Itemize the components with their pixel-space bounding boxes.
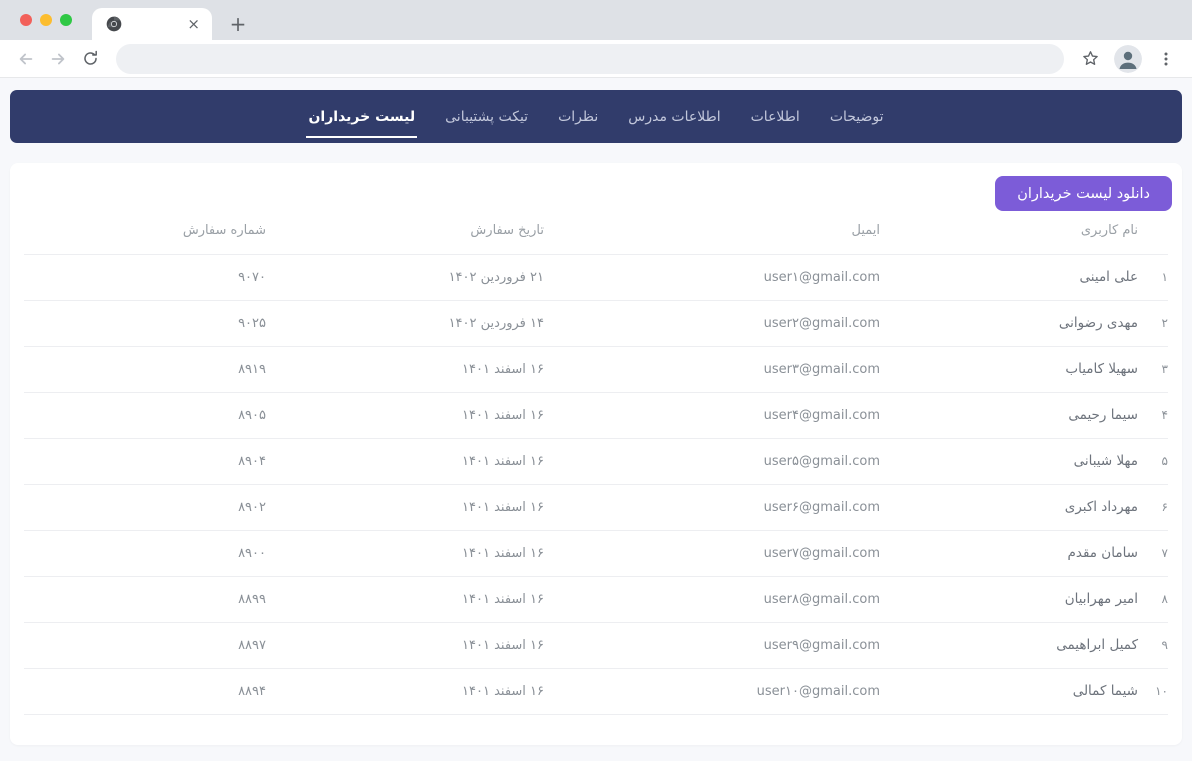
row-index: ۹: [1138, 623, 1168, 669]
cell-order-date: ۱۶ اسفند ۱۴۰۱: [266, 623, 544, 669]
course-tabs-nav: توضیحات اطلاعات اطلاعات مدرس نظرات تیکت …: [10, 90, 1182, 143]
site-favicon-icon: [106, 16, 122, 32]
actions-row: دانلود لیست خریداران: [20, 176, 1172, 211]
nav-tab[interactable]: اطلاعات: [749, 105, 802, 129]
cell-email: user۳@gmail.com: [544, 347, 880, 393]
cell-email: user۱@gmail.com: [544, 255, 880, 301]
cell-username: مهدی رضوانی: [880, 301, 1138, 347]
nav-tab[interactable]: لیست خریداران: [306, 105, 417, 129]
cell-order-date: ۲۱ فروردین ۱۴۰۲: [266, 255, 544, 301]
table-row: ۱ علی امینی user۱@gmail.com ۲۱ فروردین ۱…: [24, 255, 1168, 301]
cell-order-number: ۹۰۷۰: [24, 255, 266, 301]
cell-username: امیر مهرابیان: [880, 577, 1138, 623]
buyers-list-panel: دانلود لیست خریداران نام کاربری ایمیل تا…: [10, 163, 1182, 745]
browser-tab-strip: × +: [0, 0, 1192, 40]
cell-username: شیما کمالی: [880, 669, 1138, 715]
bookmark-star-icon[interactable]: [1076, 45, 1104, 73]
cell-order-date: ۱۴ فروردین ۱۴۰۲: [266, 301, 544, 347]
window-maximize-button[interactable]: [60, 14, 72, 26]
cell-email: user۷@gmail.com: [544, 531, 880, 577]
cell-username: سامان مقدم: [880, 531, 1138, 577]
column-header-email: ایمیل: [544, 211, 880, 255]
table-row: ۶ مهرداد اکبری user۶@gmail.com ۱۶ اسفند …: [24, 485, 1168, 531]
cell-order-number: ۹۰۲۵: [24, 301, 266, 347]
row-index: ۳: [1138, 347, 1168, 393]
cell-order-number: ۸۹۰۵: [24, 393, 266, 439]
new-tab-button[interactable]: +: [226, 12, 250, 36]
table-row: ۵ مهلا شیبانی user۵@gmail.com ۱۶ اسفند ۱…: [24, 439, 1168, 485]
cell-username: مهلا شیبانی: [880, 439, 1138, 485]
window-close-button[interactable]: [20, 14, 32, 26]
nav-tab[interactable]: تیکت پشتیبانی: [443, 105, 530, 129]
cell-order-date: ۱۶ اسفند ۱۴۰۱: [266, 393, 544, 439]
cell-username: سیما رحیمی: [880, 393, 1138, 439]
cell-order-date: ۱۶ اسفند ۱۴۰۱: [266, 347, 544, 393]
forward-icon[interactable]: [44, 45, 72, 73]
column-header-index: [1138, 211, 1168, 255]
table-body: ۱ علی امینی user۱@gmail.com ۲۱ فروردین ۱…: [24, 255, 1168, 715]
cell-username: کمیل ابراهیمی: [880, 623, 1138, 669]
column-header-username: نام کاربری: [880, 211, 1138, 255]
window-controls: [20, 14, 72, 26]
cell-email: user۶@gmail.com: [544, 485, 880, 531]
browser-tab[interactable]: ×: [92, 8, 212, 40]
column-header-order-date: تاریخ سفارش: [266, 211, 544, 255]
cell-order-number: ۸۹۰۴: [24, 439, 266, 485]
cell-order-date: ۱۶ اسفند ۱۴۰۱: [266, 577, 544, 623]
table-row: ۱۰ شیما کمالی user۱۰@gmail.com ۱۶ اسفند …: [24, 669, 1168, 715]
cell-order-date: ۱۶ اسفند ۱۴۰۱: [266, 669, 544, 715]
cell-order-number: ۸۸۹۹: [24, 577, 266, 623]
cell-username: علی امینی: [880, 255, 1138, 301]
cell-email: user۵@gmail.com: [544, 439, 880, 485]
row-index: ۱: [1138, 255, 1168, 301]
url-input[interactable]: [116, 44, 1064, 74]
row-index: ۵: [1138, 439, 1168, 485]
tab-close-icon[interactable]: ×: [185, 15, 202, 34]
cell-order-number: ۸۸۹۴: [24, 669, 266, 715]
table-header: نام کاربری ایمیل تاریخ سفارش شماره سفارش: [24, 211, 1168, 255]
row-index: ۶: [1138, 485, 1168, 531]
cell-order-date: ۱۶ اسفند ۱۴۰۱: [266, 439, 544, 485]
row-index: ۲: [1138, 301, 1168, 347]
cell-order-number: ۸۸۹۷: [24, 623, 266, 669]
cell-order-date: ۱۶ اسفند ۱۴۰۱: [266, 485, 544, 531]
row-index: ۴: [1138, 393, 1168, 439]
nav-tab[interactable]: نظرات: [556, 105, 600, 129]
column-header-order-number: شماره سفارش: [24, 211, 266, 255]
browser-menu-icon[interactable]: [1152, 45, 1180, 73]
table-row: ۹ کمیل ابراهیمی user۹@gmail.com ۱۶ اسفند…: [24, 623, 1168, 669]
table-row: ۸ امیر مهرابیان user۸@gmail.com ۱۶ اسفند…: [24, 577, 1168, 623]
cell-order-number: ۸۹۰۲: [24, 485, 266, 531]
cell-email: user۲@gmail.com: [544, 301, 880, 347]
nav-tab[interactable]: اطلاعات مدرس: [626, 105, 722, 129]
cell-order-date: ۱۶ اسفند ۱۴۰۱: [266, 531, 544, 577]
back-icon[interactable]: [12, 45, 40, 73]
cell-order-number: ۸۹۰۰: [24, 531, 266, 577]
row-index: ۸: [1138, 577, 1168, 623]
browser-toolbar: [0, 40, 1192, 78]
cell-email: user۹@gmail.com: [544, 623, 880, 669]
buyers-table: نام کاربری ایمیل تاریخ سفارش شماره سفارش…: [24, 211, 1168, 715]
table-row: ۲ مهدی رضوانی user۲@gmail.com ۱۴ فروردین…: [24, 301, 1168, 347]
table-row: ۷ سامان مقدم user۷@gmail.com ۱۶ اسفند ۱۴…: [24, 531, 1168, 577]
cell-username: سهیلا کامیاب: [880, 347, 1138, 393]
refresh-icon[interactable]: [76, 45, 104, 73]
cell-email: user۱۰@gmail.com: [544, 669, 880, 715]
cell-email: user۸@gmail.com: [544, 577, 880, 623]
profile-avatar[interactable]: [1114, 45, 1142, 73]
row-index: ۷: [1138, 531, 1168, 577]
window-minimize-button[interactable]: [40, 14, 52, 26]
nav-tab[interactable]: توضیحات: [828, 105, 886, 129]
row-index: ۱۰: [1138, 669, 1168, 715]
table-row: ۴ سیما رحیمی user۴@gmail.com ۱۶ اسفند ۱۴…: [24, 393, 1168, 439]
cell-username: مهرداد اکبری: [880, 485, 1138, 531]
download-buyers-list-button[interactable]: دانلود لیست خریداران: [995, 176, 1172, 211]
cell-order-number: ۸۹۱۹: [24, 347, 266, 393]
table-row: ۳ سهیلا کامیاب user۳@gmail.com ۱۶ اسفند …: [24, 347, 1168, 393]
cell-email: user۴@gmail.com: [544, 393, 880, 439]
